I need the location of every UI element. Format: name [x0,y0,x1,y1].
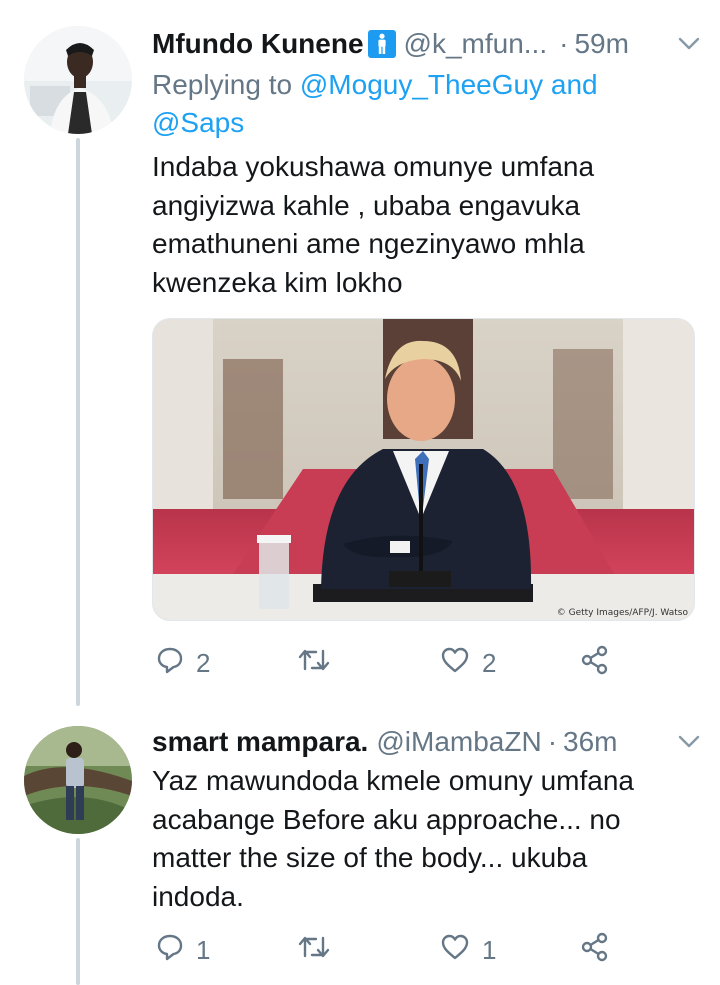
like-count: 1 [482,934,497,965]
share-icon [580,932,610,969]
handle[interactable]: @iMambaZN [376,726,541,758]
man-emoji-icon [367,30,396,58]
tweet-text-line: acabange Before aku approache... no [152,803,621,835]
replying-to: Replying to @Moguy_TheeGuy and @Saps [152,66,702,142]
tweet-actions: 2 2 [152,645,622,685]
chevron-down-icon[interactable] [678,37,700,51]
avatar[interactable] [24,26,132,134]
thread-connector-line [76,138,80,706]
tweet-header: smart mampara. @iMambaZN · 36m [152,722,702,762]
reply-icon [156,933,184,968]
tweet-text-line: matter the size of the body... ukuba [152,842,588,873]
like-button[interactable]: 2 [440,645,496,681]
separator-dot: · [547,726,558,757]
reply-count: 1 [196,934,211,965]
share-button[interactable] [580,932,610,968]
mention-joiner[interactable]: and [551,69,598,100]
like-count: 2 [482,647,497,678]
reply-count: 2 [196,647,211,678]
tweet-header: Mfundo Kunene @k_mfun... · 59m [152,24,702,64]
reply-icon [156,646,184,681]
handle[interactable]: @k_mfun... [404,28,548,60]
tweet-text-line: Indaba yokushawa omunye umfana [152,151,595,182]
image-credit: © Getty Images/AFP/J. Watso [556,608,688,618]
retweet-icon [298,647,330,680]
avatar[interactable] [24,726,132,834]
tweet-text: Indaba yokushawa omunye umfana angiyizwa… [152,148,702,302]
tweet-actions: 1 1 [152,932,622,972]
tweet-text: Yaz mawundoda kmele omuny umfana acabang… [152,762,702,916]
thread-connector-line [76,838,80,985]
share-button[interactable] [580,645,610,681]
tweet-text-line: Yaz mawundoda kmele omuny umfana [152,765,634,796]
tweet[interactable]: smart mampara. @iMambaZN · 36m Yaz mawun… [152,722,702,916]
tweet[interactable]: Mfundo Kunene @k_mfun... · 59m Replying … [152,24,702,302]
heart-icon [440,646,470,681]
retweet-button[interactable] [298,645,330,681]
retweet-icon [298,934,330,967]
chevron-down-icon[interactable] [678,735,700,749]
tweet-text-line: indoda. [152,880,244,912]
mention-link[interactable]: @Saps [152,107,244,138]
timestamp[interactable]: 36m [563,726,617,758]
replying-label: Replying to [152,69,293,100]
display-name[interactable]: smart mampara. [152,726,368,758]
reply-button[interactable]: 2 [156,645,210,681]
separator-dot: · [559,28,569,59]
tweet-text-line: emathuneni ame ngezinyawo mhla [152,228,585,259]
share-icon [580,645,610,682]
tweet-text-line: kwenzeka kim lokho [152,266,403,298]
timestamp[interactable]: 59m [574,28,628,60]
retweet-button[interactable] [298,932,330,968]
heart-icon [440,933,470,968]
tweet-text-line: angiyizwa kahle , ubaba engavuka [152,189,581,221]
reply-button[interactable]: 1 [156,932,210,968]
display-name[interactable]: Mfundo Kunene [152,28,364,60]
tweet-media-image[interactable]: © Getty Images/AFP/J. Watso [152,318,695,621]
mention-link[interactable]: @Moguy_TheeGuy [300,69,543,100]
like-button[interactable]: 1 [440,932,496,968]
